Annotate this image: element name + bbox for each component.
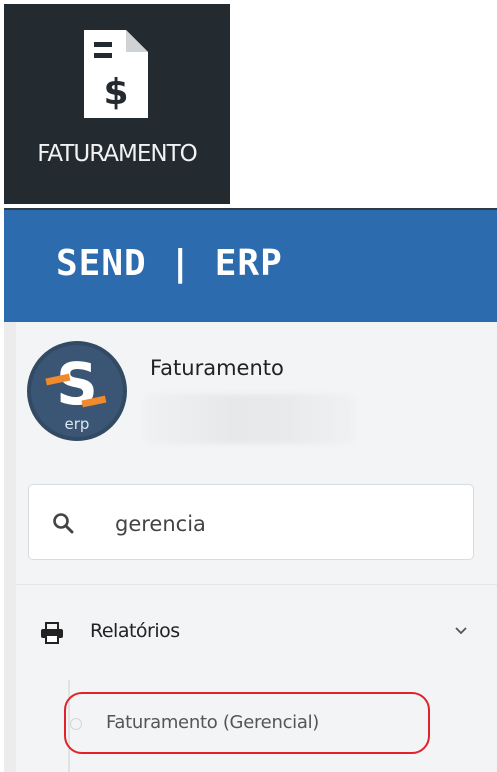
menu-item-faturamento-gerencial[interactable]: Faturamento (Gerencial) bbox=[64, 692, 430, 754]
profile-subtitle-blurred bbox=[144, 394, 354, 444]
divider bbox=[16, 584, 497, 585]
menu-group-label: Relatórios bbox=[90, 620, 180, 642]
printer-icon bbox=[41, 622, 63, 644]
search-input[interactable] bbox=[113, 505, 447, 543]
invoice-dollar-icon: $ bbox=[84, 30, 148, 118]
chevron-down-icon[interactable] bbox=[454, 626, 468, 636]
app-header: SEND | ERP bbox=[4, 208, 497, 322]
module-tile-label: FATURAMENTO bbox=[37, 141, 197, 167]
svg-text:$: $ bbox=[103, 72, 128, 113]
menu-item-label: Faturamento (Gerencial) bbox=[106, 712, 320, 733]
module-tile-faturamento[interactable]: $ FATURAMENTO bbox=[4, 4, 230, 204]
avatar: S erp bbox=[27, 341, 127, 441]
sidebar: S erp Faturamento Relatórios Faturamento… bbox=[4, 322, 497, 772]
search-box[interactable] bbox=[28, 484, 474, 560]
logo-letter: S bbox=[56, 350, 98, 418]
search-icon bbox=[53, 513, 74, 534]
brand-title: SEND | ERP bbox=[56, 243, 283, 284]
bullet-icon bbox=[70, 718, 82, 730]
profile-name: Faturamento bbox=[150, 356, 284, 380]
logo-text: erp bbox=[65, 415, 90, 433]
menu-group-relatorios[interactable]: Relatórios bbox=[16, 604, 497, 664]
